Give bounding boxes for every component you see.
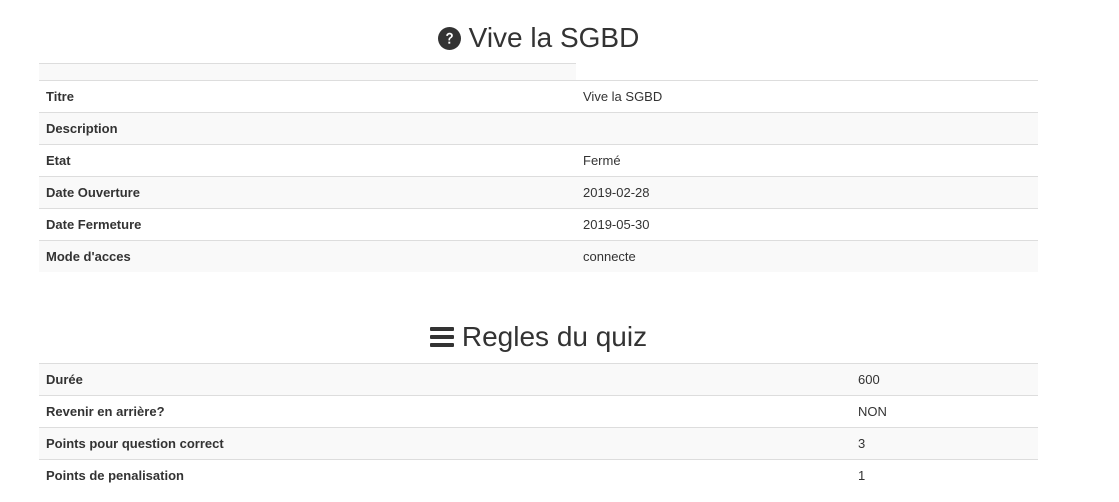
row-value <box>576 112 1038 145</box>
table-row: Points de penalisation 1 <box>39 459 1038 491</box>
list-icon <box>429 326 454 348</box>
table-row: Description <box>39 112 1038 145</box>
row-value: 2019-05-30 <box>576 208 1038 241</box>
table-row: Mode d'acces connecte <box>39 240 1038 272</box>
row-value: NON <box>851 395 1038 428</box>
row-value: 600 <box>851 363 1038 396</box>
table-row: Points pour question correct 3 <box>39 427 1038 460</box>
row-label: Date Ouverture <box>39 176 576 209</box>
quiz-rules-table: Durée 600 Revenir en arrière? NON Points… <box>39 363 1038 491</box>
row-value: 3 <box>851 427 1038 460</box>
rules-title-text: Regles du quiz <box>461 321 648 352</box>
row-label: Points pour question correct <box>39 427 851 460</box>
row-label: Points de penalisation <box>39 459 851 491</box>
row-label: Description <box>39 112 576 145</box>
row-value: 2019-02-28 <box>576 176 1038 209</box>
row-value: Vive la SGBD <box>576 80 1038 113</box>
row-label: Revenir en arrière? <box>39 395 851 428</box>
row-label: Durée <box>39 363 851 396</box>
table-row: Etat Fermé <box>39 144 1038 177</box>
table-row: Date Fermeture 2019-05-30 <box>39 208 1038 241</box>
quiz-title-heading: Vive la SGBD <box>39 24 1038 52</box>
rules-heading: Regles du quiz <box>39 323 1038 351</box>
row-label: Etat <box>39 144 576 177</box>
row-value: 1 <box>851 459 1038 491</box>
question-circle-icon <box>437 26 461 50</box>
table-row: Durée 600 <box>39 363 1038 396</box>
quiz-info-table: Titre Vive la SGBD Description Etat Ferm… <box>39 63 1038 272</box>
row-label: Mode d'acces <box>39 240 576 272</box>
row-value: Fermé <box>576 144 1038 177</box>
table-header-strip <box>39 63 576 80</box>
table-row: Titre Vive la SGBD <box>39 80 1038 113</box>
table-row: Revenir en arrière? NON <box>39 395 1038 428</box>
row-value: connecte <box>576 240 1038 272</box>
table-row: Date Ouverture 2019-02-28 <box>39 176 1038 209</box>
row-label: Date Fermeture <box>39 208 576 241</box>
quiz-title-text: Vive la SGBD <box>468 22 640 53</box>
row-label: Titre <box>39 80 576 113</box>
